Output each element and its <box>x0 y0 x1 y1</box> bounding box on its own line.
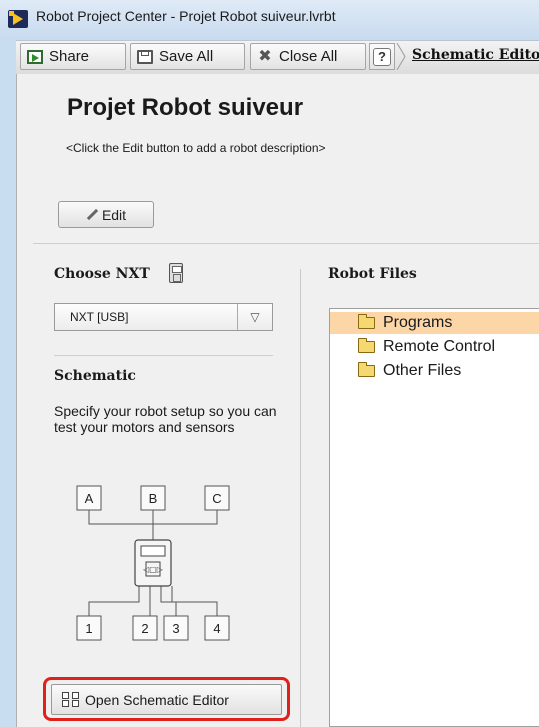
schematic-heading: Schematic <box>54 368 136 384</box>
file-item-label: Other Files <box>383 362 462 379</box>
app-icon <box>8 10 28 28</box>
edit-button[interactable]: Edit <box>58 201 154 228</box>
motor-port-a-label: A <box>85 491 94 506</box>
file-item-remote-control[interactable]: Remote Control <box>330 336 539 358</box>
schematic-diagram: ◁▢▷ A B C 1 2 3 4 <box>76 485 230 641</box>
project-title: Projet Robot suiveur <box>67 94 304 121</box>
motor-port-c-label: C <box>212 491 221 506</box>
save-icon <box>137 49 153 64</box>
nxt-select-value: NXT [USB] <box>70 310 129 324</box>
share-label: Share <box>49 48 90 65</box>
help-button[interactable]: ? <box>369 43 395 70</box>
column-divider <box>300 269 301 727</box>
edit-label: Edit <box>101 206 127 223</box>
window-title: Robot Project Center - Projet Robot suiv… <box>36 8 336 24</box>
file-item-label: Remote Control <box>383 338 496 355</box>
sensor-port-3-label: 3 <box>172 621 179 636</box>
divider <box>54 355 273 356</box>
tab-schematic-editor[interactable]: Schematic Edito <box>412 47 539 63</box>
choose-nxt-heading: Choose NXT <box>54 266 150 282</box>
toolbar: Share Save All ✖ Close All ? Schematic E… <box>16 40 539 75</box>
divider <box>33 243 539 244</box>
motor-port-b-label: B <box>149 491 158 506</box>
file-item-other-files[interactable]: Other Files <box>330 360 539 382</box>
close-all-label: Close All <box>279 48 338 65</box>
share-icon <box>27 49 43 64</box>
schematic-description: Specify your robot setup so you can test… <box>54 403 277 435</box>
schematic-icon <box>62 692 79 707</box>
file-item-programs[interactable]: Programs <box>330 312 539 334</box>
highlight-outline: Open Schematic Editor <box>43 677 290 721</box>
nxt-select[interactable]: NXT [USB] ▽ <box>54 303 273 331</box>
close-icon: ✖ <box>258 47 272 65</box>
save-all-label: Save All <box>159 48 214 65</box>
open-schematic-editor-label: Open Schematic Editor <box>85 691 229 708</box>
share-button[interactable]: Share <box>20 43 126 70</box>
file-item-label: Programs <box>383 314 453 331</box>
sensor-port-4-label: 4 <box>213 621 220 636</box>
sensor-port-1-label: 1 <box>85 621 92 636</box>
robot-files-tree[interactable]: Programs Remote Control Other Files <box>329 308 539 727</box>
title-bar: Robot Project Center - Projet Robot suiv… <box>0 0 539 40</box>
nxt-brick-icon[interactable] <box>169 263 183 283</box>
main-panel: Projet Robot suiveur <Click the Edit but… <box>16 74 539 727</box>
folder-icon <box>358 362 375 377</box>
project-description: <Click the Edit button to add a robot de… <box>66 141 326 155</box>
save-all-button[interactable]: Save All <box>130 43 245 70</box>
open-schematic-editor-button[interactable]: Open Schematic Editor <box>51 684 282 715</box>
tab-separator-chevron <box>396 43 406 70</box>
sensor-port-2-label: 2 <box>141 621 148 636</box>
svg-text:◁▢▷: ◁▢▷ <box>142 565 164 574</box>
folder-icon <box>358 338 375 353</box>
chevron-down-icon[interactable]: ▽ <box>237 304 272 330</box>
pencil-icon <box>86 209 98 221</box>
folder-icon <box>358 314 375 329</box>
help-icon: ? <box>373 47 391 66</box>
close-all-button[interactable]: ✖ Close All <box>250 43 366 70</box>
nxt-brick: ◁▢▷ <box>134 539 172 587</box>
robot-files-heading: Robot Files <box>328 266 417 282</box>
